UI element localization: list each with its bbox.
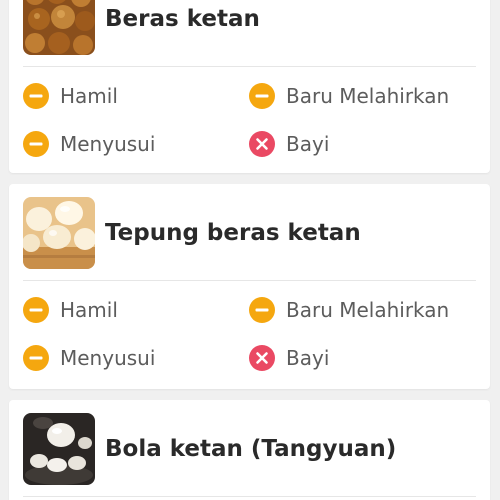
food-list: Beras ketan Hamil Baru Melahirkan Menyus… bbox=[0, 0, 500, 500]
sticky-rice-cake-photo bbox=[23, 0, 95, 55]
minus-circle-icon bbox=[23, 131, 49, 157]
status-label: Bayi bbox=[286, 132, 330, 156]
status-baru-melahirkan: Baru Melahirkan bbox=[249, 295, 449, 325]
divider bbox=[23, 280, 476, 281]
minus-circle-icon bbox=[23, 297, 49, 323]
status-menyusui: Menyusui bbox=[23, 129, 155, 159]
food-name: Bola ketan (Tangyuan) bbox=[105, 436, 397, 462]
status-label: Hamil bbox=[60, 298, 118, 322]
minus-circle-icon bbox=[23, 83, 49, 109]
food-card-bola-ketan[interactable]: Bola ketan (Tangyuan) bbox=[9, 400, 490, 500]
status-label: Baru Melahirkan bbox=[286, 298, 450, 322]
food-header: Tepung beras ketan bbox=[23, 197, 361, 269]
food-header: Beras ketan bbox=[23, 0, 260, 55]
status-label: Bayi bbox=[286, 346, 330, 370]
status-hamil: Hamil bbox=[23, 295, 118, 325]
food-header: Bola ketan (Tangyuan) bbox=[23, 413, 396, 485]
food-card-tepung-beras-ketan[interactable]: Tepung beras ketan Hamil Baru Melahirkan… bbox=[9, 184, 490, 389]
status-menyusui: Menyusui bbox=[23, 343, 155, 373]
cross-circle-icon bbox=[249, 131, 275, 157]
cross-circle-icon bbox=[249, 345, 275, 371]
food-card-beras-ketan[interactable]: Beras ketan Hamil Baru Melahirkan Menyus… bbox=[9, 0, 490, 173]
status-hamil: Hamil bbox=[23, 81, 118, 111]
status-label: Menyusui bbox=[60, 346, 156, 370]
divider bbox=[23, 496, 476, 497]
minus-circle-icon bbox=[23, 345, 49, 371]
tangyuan-photo bbox=[23, 413, 95, 485]
minus-circle-icon bbox=[249, 297, 275, 323]
status-baru-melahirkan: Baru Melahirkan bbox=[249, 81, 449, 111]
divider bbox=[23, 66, 476, 67]
food-name: Tepung beras ketan bbox=[105, 220, 361, 246]
food-name: Beras ketan bbox=[105, 6, 260, 32]
rice-flour-balls-photo bbox=[23, 197, 95, 269]
status-bayi: Bayi bbox=[249, 129, 329, 159]
status-bayi: Bayi bbox=[249, 343, 329, 373]
status-label: Baru Melahirkan bbox=[286, 84, 450, 108]
status-label: Hamil bbox=[60, 84, 118, 108]
status-label: Menyusui bbox=[60, 132, 156, 156]
minus-circle-icon bbox=[249, 83, 275, 109]
